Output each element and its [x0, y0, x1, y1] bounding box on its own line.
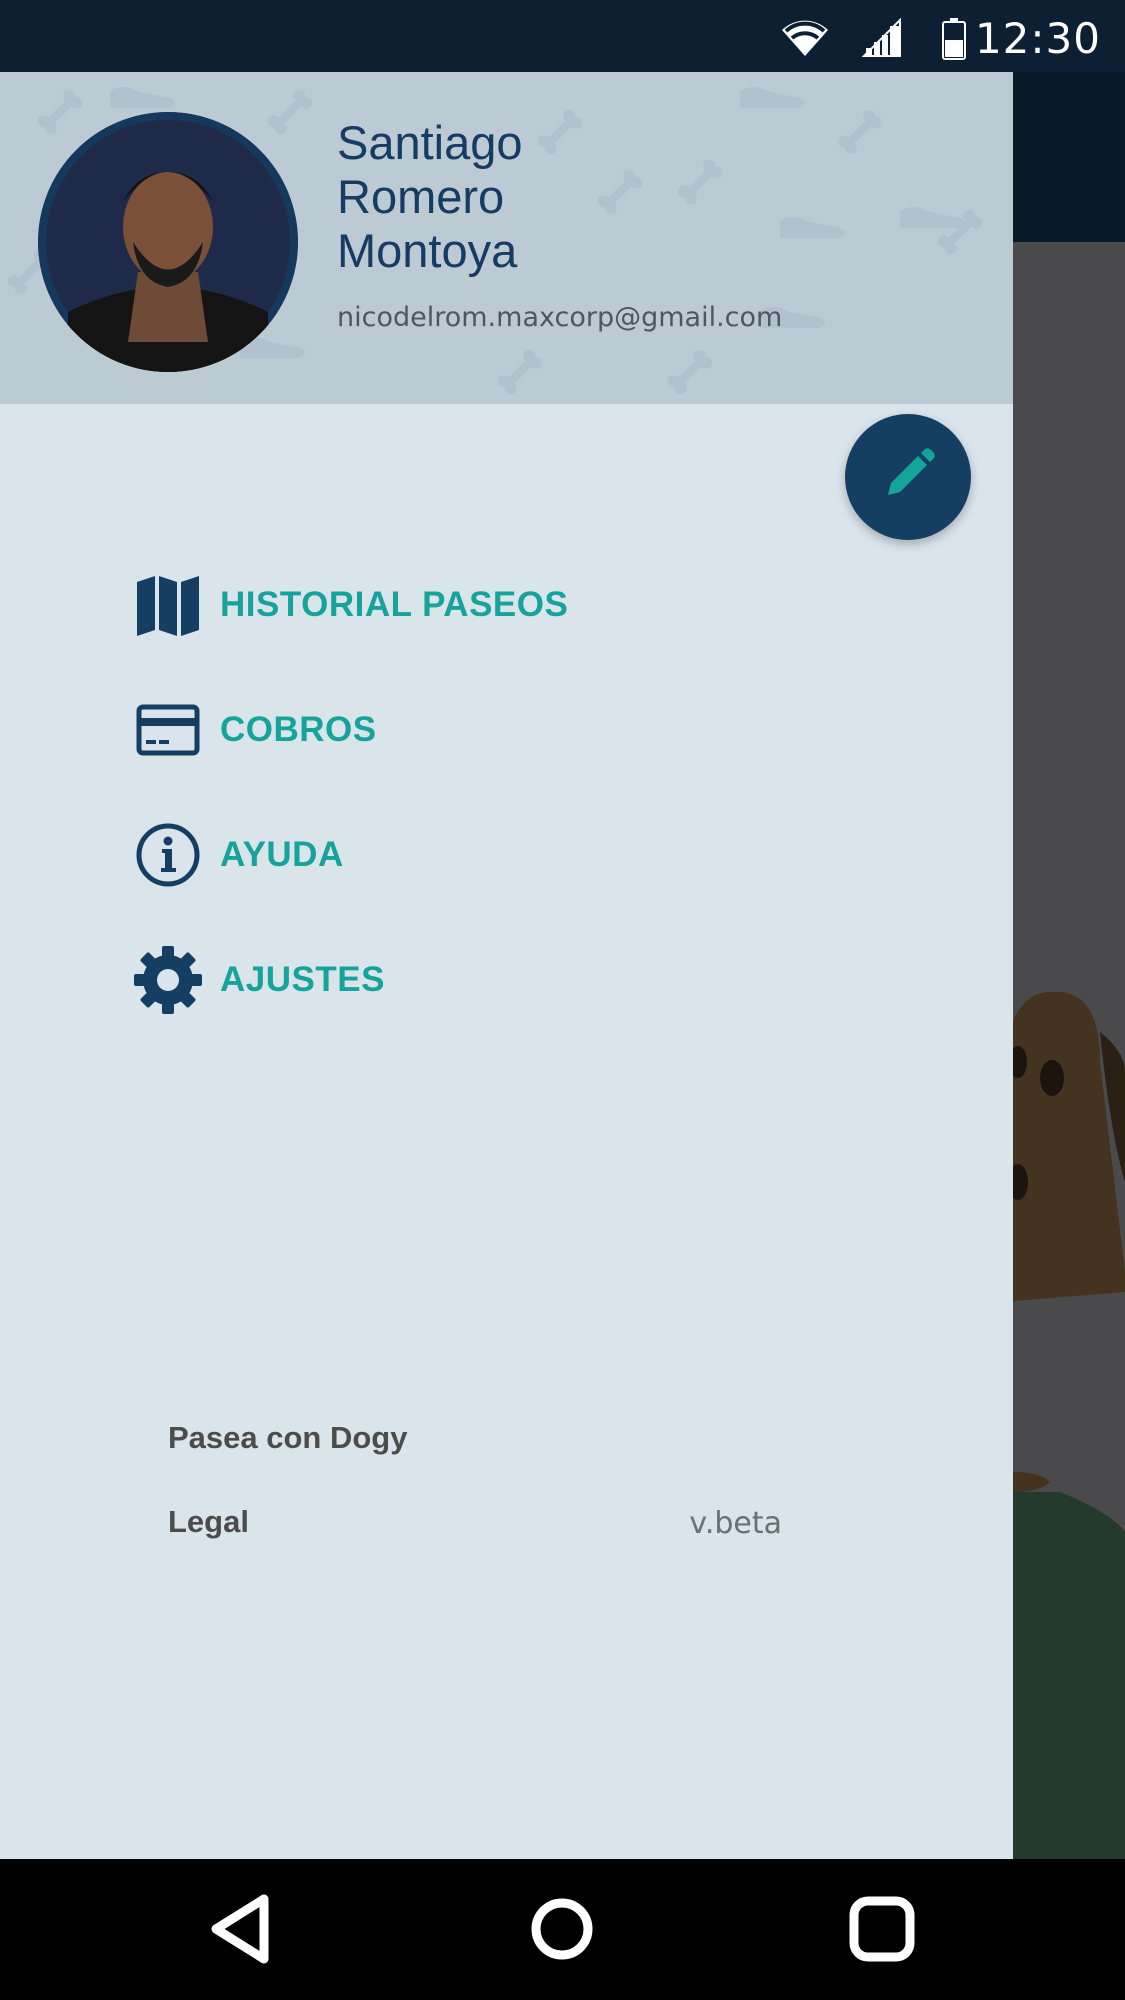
menu-item-label: COBROS: [220, 709, 377, 749]
edit-profile-button[interactable]: [845, 414, 971, 540]
version-label: v.beta: [689, 1506, 782, 1541]
pasea-con-dogy-link[interactable]: Pasea con Dogy: [168, 1420, 407, 1456]
battery-icon: [942, 18, 966, 65]
user-name: Santiago Romero Montoya: [337, 116, 767, 278]
recents-icon[interactable]: [840, 1887, 924, 1971]
map-icon: [132, 569, 204, 641]
user-last-name: Montoya: [337, 224, 518, 277]
user-first-name: Santiago: [337, 116, 523, 169]
menu-item-historial-paseos[interactable]: HISTORIAL PASEOS: [0, 542, 1013, 667]
menu-item-label: AJUSTES: [220, 959, 385, 999]
user-email: nicodelrom.maxcorp@gmail.com: [337, 302, 783, 333]
status-bar: 12:30: [0, 0, 1125, 72]
drawer-header: Santiago Romero Montoya nicodelrom.maxco…: [0, 72, 1013, 404]
info-icon: [132, 819, 204, 891]
credit-card-icon: [132, 694, 204, 766]
legal-link[interactable]: Legal: [168, 1504, 249, 1540]
home-icon[interactable]: [520, 1887, 604, 1971]
menu-item-cobros[interactable]: COBROS: [0, 667, 1013, 792]
menu-item-ayuda[interactable]: AYUDA: [0, 792, 1013, 917]
gear-icon: [132, 944, 204, 1016]
drawer-menu: HISTORIAL PASEOS COBROS AYUDA AJUSTES: [0, 542, 1013, 1042]
back-icon[interactable]: [200, 1887, 284, 1971]
status-time: 12:30: [974, 14, 1101, 63]
pencil-icon: [876, 443, 940, 512]
menu-item-label: HISTORIAL PASEOS: [220, 584, 569, 624]
avatar[interactable]: [38, 112, 298, 372]
wifi-icon: [778, 18, 832, 63]
drawer-footer: Pasea con Dogy Legal v.beta: [168, 1420, 808, 1588]
menu-item-ajustes[interactable]: AJUSTES: [0, 917, 1013, 1042]
user-middle-name: Romero: [337, 170, 505, 223]
cell-signal-icon: [861, 17, 902, 63]
menu-item-label: AYUDA: [220, 834, 344, 874]
system-nav-bar: [0, 1859, 1125, 2000]
navigation-drawer: Santiago Romero Montoya nicodelrom.maxco…: [0, 72, 1013, 1859]
